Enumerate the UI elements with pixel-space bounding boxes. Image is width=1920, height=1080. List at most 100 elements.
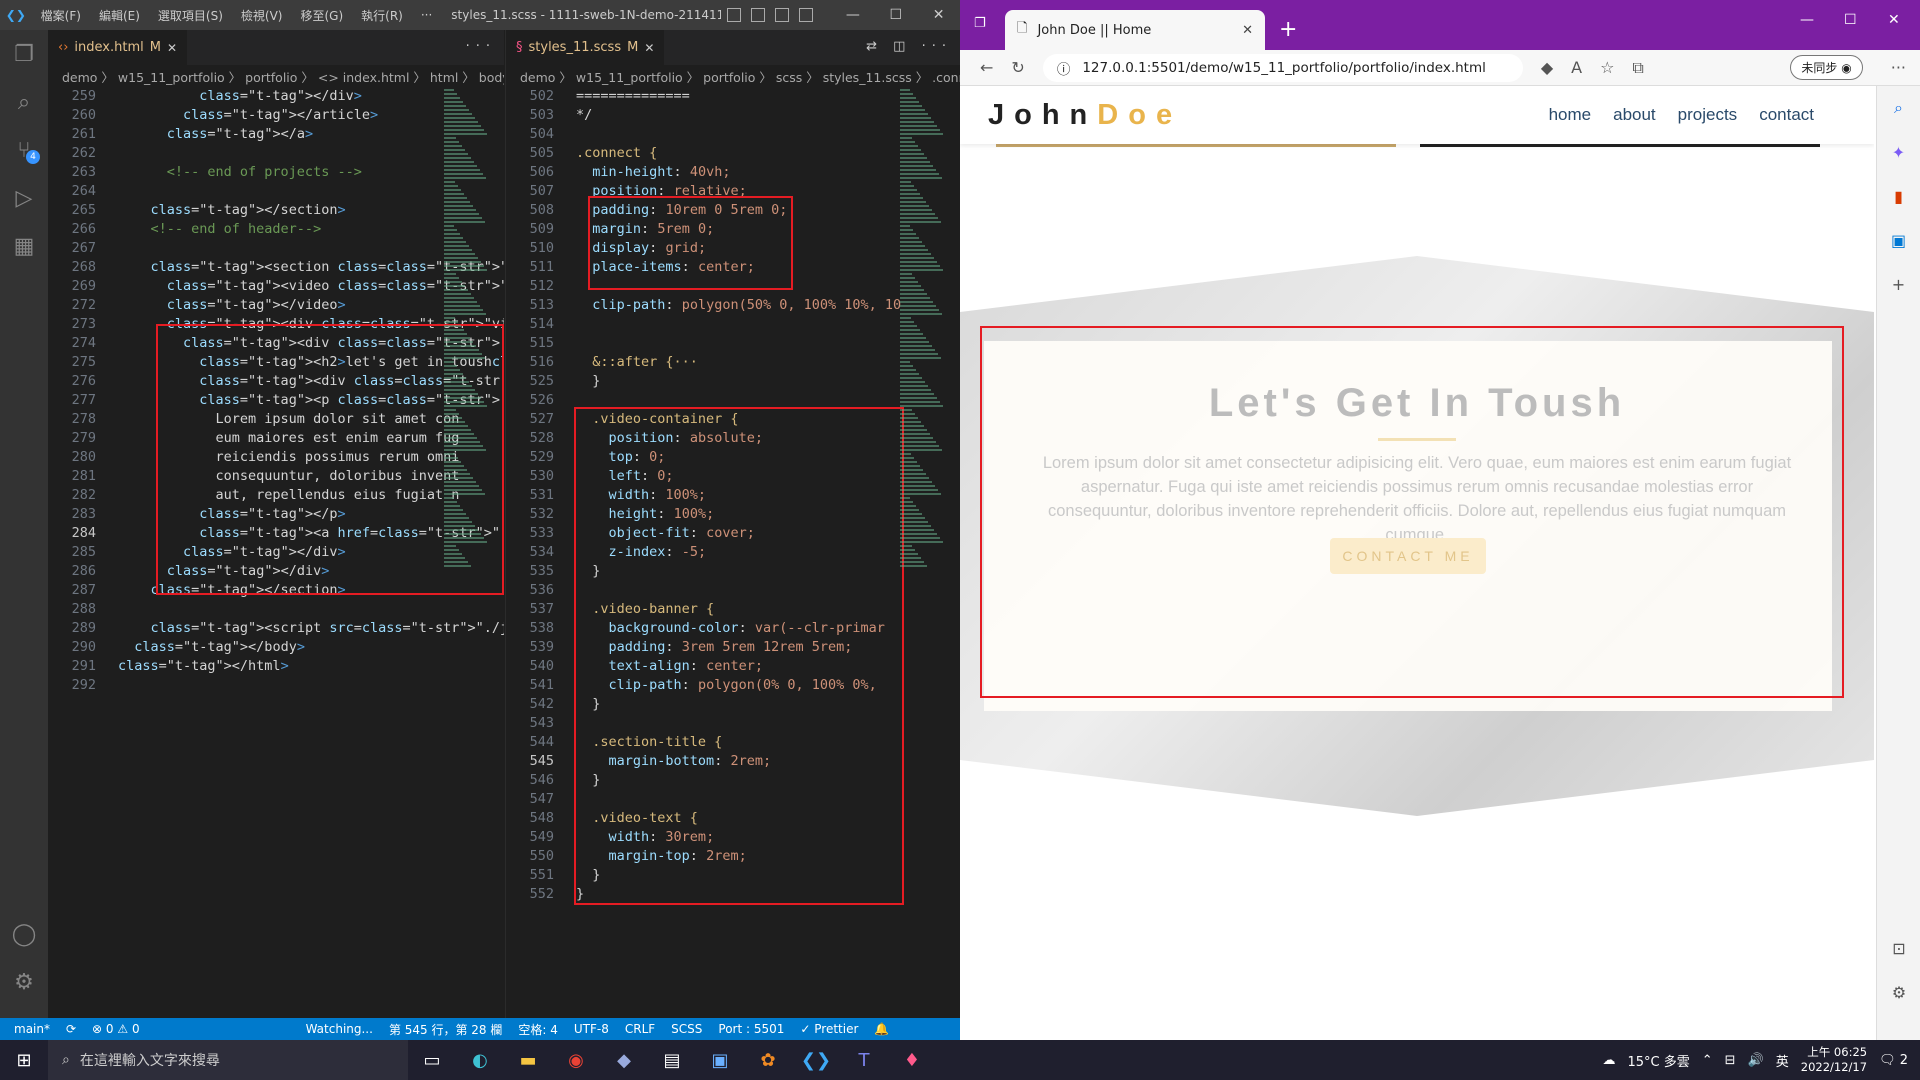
code-line[interactable]: 516 &::after {··· bbox=[506, 353, 960, 372]
app-icon[interactable]: ◆ bbox=[600, 1050, 648, 1071]
discover-icon[interactable]: ✦ bbox=[1877, 130, 1920, 174]
teams-icon[interactable]: T bbox=[840, 1050, 888, 1071]
encoding-status[interactable]: UTF-8 bbox=[574, 1022, 609, 1036]
code-line[interactable]: 262 bbox=[48, 144, 504, 163]
notification-center-icon[interactable]: 🗨 2 bbox=[1879, 1053, 1908, 1068]
cursor-position[interactable]: 第 545 行，第 28 欄 bbox=[389, 1021, 502, 1038]
code-line[interactable]: 503 */ bbox=[506, 106, 960, 125]
explorer-icon[interactable]: ❐ bbox=[0, 30, 48, 78]
breadcrumb[interactable]: demo 〉 w15_11_portfolio 〉 portfolio 〉 <>… bbox=[48, 65, 504, 87]
browser-menu-icon[interactable]: ··· bbox=[1891, 58, 1906, 77]
code-line[interactable]: 506 min-height: 40vh; bbox=[506, 163, 960, 182]
toggle-sidebar-icon[interactable] bbox=[727, 8, 742, 22]
search-icon[interactable]: ⌕ bbox=[0, 78, 48, 126]
extensions-icon[interactable]: ▦ bbox=[0, 222, 48, 270]
code-line[interactable]: 260 class="t-tag"></article> bbox=[48, 106, 504, 125]
info-icon[interactable]: ⓘ bbox=[1057, 58, 1071, 78]
menu-go[interactable]: 移至(G) bbox=[291, 7, 352, 24]
refresh-icon[interactable]: ↻ bbox=[1011, 58, 1024, 77]
problems-status[interactable]: ⊗ 0 ⚠ 0 bbox=[92, 1022, 140, 1036]
new-tab-icon[interactable]: + bbox=[1279, 17, 1297, 42]
code-line[interactable]: 513 clip-path: polygon(50% 0, 100% 10%, … bbox=[506, 296, 960, 315]
code-line[interactable]: 269 class="t-tag"><video class=class="t-… bbox=[48, 277, 504, 296]
network-icon[interactable]: ⊟ bbox=[1725, 1053, 1736, 1068]
back-icon[interactable]: ← bbox=[980, 58, 993, 77]
customize-layout-icon[interactable] bbox=[799, 8, 814, 22]
code-line[interactable]: 272 class="t-tag"></video> bbox=[48, 296, 504, 315]
code-line[interactable]: 288 bbox=[48, 600, 504, 619]
code-line[interactable]: 268 class="t-tag"><section class=class="… bbox=[48, 258, 504, 277]
code-line[interactable]: 267 bbox=[48, 239, 504, 258]
code-line[interactable]: 259 class="t-tag"></div> bbox=[48, 87, 504, 106]
minimize-icon[interactable]: — bbox=[1800, 12, 1814, 28]
menu-edit[interactable]: 編輯(E) bbox=[90, 7, 149, 24]
close-icon[interactable]: ✕ bbox=[1888, 12, 1900, 28]
tab-actions-icon[interactable]: ❐ bbox=[974, 16, 986, 31]
minimize-icon[interactable]: — bbox=[831, 7, 874, 23]
tray-chevron-icon[interactable]: ⌃ bbox=[1702, 1053, 1713, 1068]
code-line[interactable]: 502 ============== bbox=[506, 87, 960, 106]
profile-button[interactable]: 未同步 ◉ bbox=[1790, 55, 1863, 80]
favorites-icon[interactable]: ☆ bbox=[1600, 58, 1614, 77]
dev-app-icon[interactable]: ▣ bbox=[696, 1050, 744, 1071]
weather-icon[interactable]: ☁ bbox=[1603, 1053, 1616, 1068]
task-view-icon[interactable]: ▭ bbox=[408, 1050, 456, 1071]
port-status[interactable]: Port : 5501 bbox=[718, 1022, 784, 1036]
more-actions-icon[interactable]: ··· bbox=[466, 39, 496, 54]
site-logo[interactable]: JohnDoe bbox=[988, 99, 1182, 132]
tab-close-icon[interactable]: ✕ bbox=[167, 41, 177, 55]
tab-styles-scss[interactable]: § styles_11.scss M ✕ bbox=[506, 30, 665, 65]
nav-contact[interactable]: contact bbox=[1759, 105, 1814, 125]
eol-status[interactable]: CRLF bbox=[625, 1022, 655, 1036]
browser-tab[interactable]: 🗋 John Doe || Home ✕ bbox=[1005, 10, 1265, 50]
add-icon[interactable]: + bbox=[1877, 262, 1920, 306]
read-aloud-icon[interactable]: A bbox=[1571, 58, 1582, 77]
code-line[interactable]: 291 class="t-tag"></html> bbox=[48, 657, 504, 676]
menu-view[interactable]: 檢視(V) bbox=[232, 7, 292, 24]
settings-gear-icon[interactable]: ⚙ bbox=[0, 958, 48, 1006]
start-icon[interactable]: ⊞ bbox=[0, 1050, 48, 1071]
toggle-panel-icon[interactable] bbox=[751, 8, 766, 22]
close-icon[interactable]: ✕ bbox=[917, 7, 960, 23]
code-line[interactable]: 289 class="t-tag"><script src=class="t-s… bbox=[48, 619, 504, 638]
indent-status[interactable]: 空格: 4 bbox=[518, 1021, 558, 1038]
code-line[interactable]: 261 class="t-tag"></a> bbox=[48, 125, 504, 144]
toggle-secondary-sidebar-icon[interactable] bbox=[775, 8, 790, 22]
code-line[interactable]: 265 class="t-tag"></section> bbox=[48, 201, 504, 220]
code-line[interactable]: 292 bbox=[48, 676, 504, 695]
file-explorer-icon[interactable]: ▬ bbox=[504, 1050, 552, 1071]
split-editor-icon[interactable]: ⇄ ◫ ··· bbox=[866, 39, 952, 54]
tab-index-html[interactable]: ‹› index.html M ✕ bbox=[48, 30, 187, 65]
breadcrumb[interactable]: demo 〉 w15_11_portfolio 〉 portfolio 〉 sc… bbox=[506, 65, 960, 87]
code-line[interactable]: 266 <!-- end of header--> bbox=[48, 220, 504, 239]
account-icon[interactable]: ◯ bbox=[0, 910, 48, 958]
branch-status[interactable]: main* bbox=[14, 1022, 50, 1036]
settings-gear-icon[interactable]: ⚙ bbox=[1877, 970, 1920, 1014]
watching-status[interactable]: Watching... bbox=[306, 1022, 373, 1036]
nav-projects[interactable]: projects bbox=[1678, 105, 1738, 125]
extension-icon[interactable]: ◆ bbox=[1541, 58, 1553, 77]
minimap[interactable] bbox=[900, 87, 946, 787]
menu-selection[interactable]: 選取項目(S) bbox=[149, 7, 232, 24]
code-line[interactable]: 504 bbox=[506, 125, 960, 144]
code-line[interactable]: 264 bbox=[48, 182, 504, 201]
taskbar-search[interactable]: ⌕ 在這裡輸入文字來搜尋 bbox=[48, 1040, 408, 1080]
chrome-icon[interactable]: ◉ bbox=[552, 1050, 600, 1071]
notifications-icon[interactable]: 🔔 bbox=[874, 1022, 889, 1036]
source-control-icon[interactable]: ⑂ 4 bbox=[0, 126, 48, 174]
code-line[interactable]: 505 .connect { bbox=[506, 144, 960, 163]
nav-home[interactable]: home bbox=[1549, 105, 1592, 125]
clock[interactable]: 上午 06:25 2022/12/17 bbox=[1801, 1045, 1867, 1075]
prettier-status[interactable]: ✓ Prettier bbox=[800, 1022, 858, 1036]
weather-text[interactable]: 15°C 多雲 bbox=[1628, 1051, 1690, 1070]
maximize-icon[interactable]: ☐ bbox=[874, 7, 917, 23]
office-icon[interactable]: ▮ bbox=[1877, 174, 1920, 218]
address-bar[interactable]: ⓘ 127.0.0.1:5501/demo/w15_11_portfolio/p… bbox=[1042, 53, 1523, 82]
search-icon[interactable]: ⌕ bbox=[1877, 86, 1920, 130]
code-line[interactable]: 263 <!-- end of projects --> bbox=[48, 163, 504, 182]
code-line[interactable]: 525 } bbox=[506, 372, 960, 391]
menu-run[interactable]: 執行(R) bbox=[352, 7, 412, 24]
document-icon[interactable]: ▤ bbox=[648, 1050, 696, 1071]
run-debug-icon[interactable]: ▷ bbox=[0, 174, 48, 222]
edge-icon[interactable]: ◐ bbox=[456, 1050, 504, 1071]
